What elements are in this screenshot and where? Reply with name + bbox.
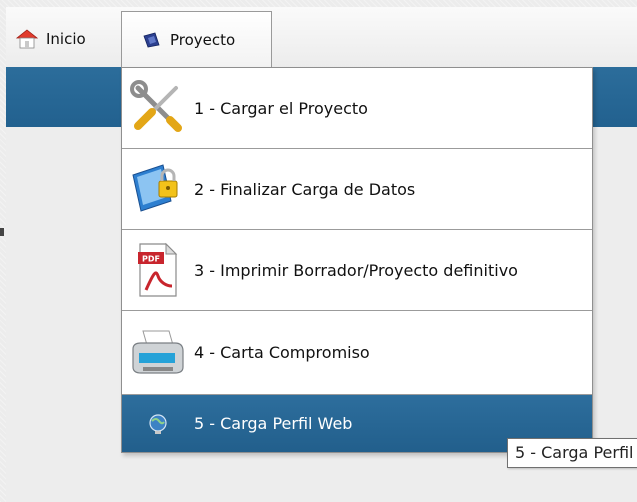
dropdown-item-carta-compromiso[interactable]: 4 - Carta Compromiso xyxy=(122,311,592,395)
menu-proyecto[interactable]: Proyecto xyxy=(121,11,272,68)
menu-inicio[interactable]: Inicio xyxy=(16,27,86,51)
dropdown-item-label: 2 - Finalizar Carga de Datos xyxy=(194,179,416,199)
dropdown-item-finalizar-carga[interactable]: 2 - Finalizar Carga de Datos xyxy=(122,149,592,230)
book-lock-icon xyxy=(122,161,194,217)
home-icon xyxy=(16,29,38,49)
menu-bar xyxy=(6,7,637,67)
dropdown-item-label: 5 - Carga Perfil Web xyxy=(194,414,353,433)
menu-proyecto-label: Proyecto xyxy=(170,31,236,49)
globe-icon xyxy=(122,413,194,435)
project-icon xyxy=(142,31,162,49)
pdf-icon: PDF xyxy=(122,242,194,298)
wrench-screwdriver-icon xyxy=(122,80,194,136)
printer-icon xyxy=(122,327,194,379)
menu-inicio-label: Inicio xyxy=(46,30,86,48)
tooltip-text: 5 - Carga Perfil Web xyxy=(515,443,637,462)
dropdown-item-label: 3 - Imprimir Borrador/Proyecto definitiv… xyxy=(194,260,518,280)
dropdown-item-label: 4 - Carta Compromiso xyxy=(194,343,370,362)
left-edge-mark xyxy=(0,228,4,236)
dropdown-item-cargar-proyecto[interactable]: 1 - Cargar el Proyecto xyxy=(122,68,592,149)
tooltip: 5 - Carga Perfil Web xyxy=(507,438,637,468)
dropdown-item-label: 1 - Cargar el Proyecto xyxy=(194,98,368,118)
dropdown-item-imprimir-borrador[interactable]: PDF 3 - Imprimir Borrador/Proyecto defin… xyxy=(122,230,592,311)
proyecto-dropdown: 1 - Cargar el Proyecto 2 - Finalizar Car… xyxy=(121,67,593,453)
svg-text:PDF: PDF xyxy=(142,255,160,264)
